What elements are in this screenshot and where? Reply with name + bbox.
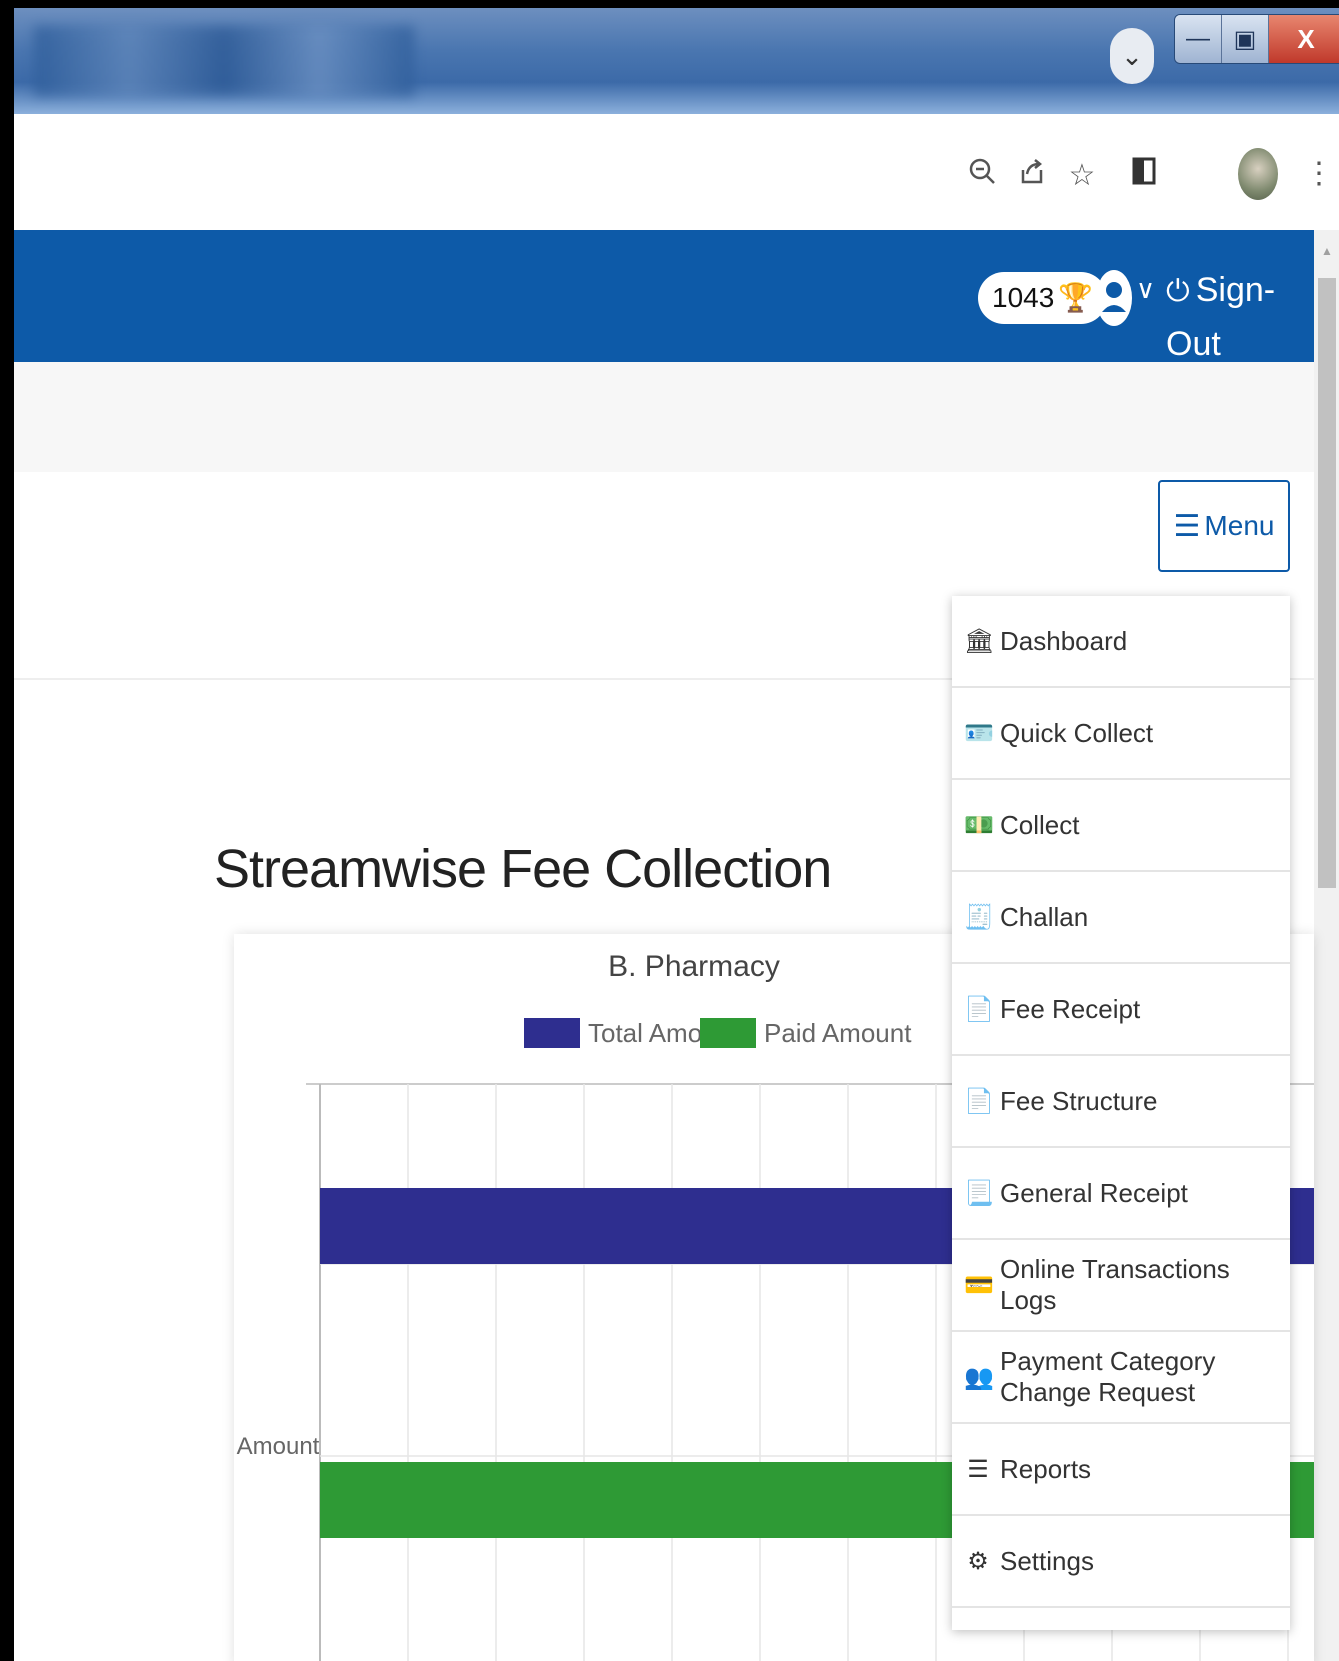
blurred-tabs (34, 26, 414, 96)
menu-item-challan[interactable]: 🧾 Challan (952, 872, 1290, 964)
user-icon[interactable] (1094, 266, 1134, 330)
star-icon[interactable]: ☆ (1062, 156, 1102, 196)
restore-button[interactable]: ▣ (1222, 15, 1269, 63)
menu-item-label: Fee Receipt (1000, 993, 1141, 1024)
menu-button[interactable]: ☰ Menu (1158, 480, 1290, 572)
profile-avatar[interactable] (1238, 148, 1278, 200)
signout-button[interactable]: ⏻ Sign-Out (1166, 264, 1314, 370)
menu-item-label: Quick Collect (1000, 717, 1154, 748)
users-icon: 👥 (964, 1363, 994, 1391)
menu-item-quick-collect[interactable]: 🪪 Quick Collect (952, 688, 1290, 780)
power-icon: ⏻ (1166, 275, 1190, 308)
menu-item-fee-receipt[interactable]: 📄 Fee Receipt (952, 964, 1290, 1056)
id-card-icon: 🪪 (964, 719, 994, 747)
menu-item-label: Fee Structure (1000, 1085, 1158, 1116)
legend-swatch-paid (700, 1018, 756, 1048)
menu-item-online-transactions-logs[interactable]: 💳 Online Transactions Logs (952, 1240, 1290, 1332)
menu-item-label: Payment Category Change Request (1000, 1346, 1216, 1407)
minimize-button[interactable]: — (1175, 15, 1222, 63)
file-icon: 📄 (964, 995, 994, 1023)
kebab-menu-icon[interactable]: ⋮ (1304, 154, 1334, 194)
menu-item-collect[interactable]: 💵 Collect (952, 780, 1290, 872)
y-axis-label: Amount (237, 1433, 320, 1460)
zoom-icon[interactable] (962, 156, 1002, 197)
section-title: Streamwise Fee Collection (214, 839, 832, 899)
chevron-down-icon[interactable]: ⌄ (1110, 28, 1154, 84)
menu-item-label: Collect (1000, 809, 1080, 840)
menu-item-label: Challan (1000, 901, 1089, 932)
list-icon: ☰ (967, 1455, 989, 1483)
browser-window: ⌄ — ▣ X ☆ ⋮ 1043 🏆 ∨ ⏻ Sign-Out ▲ ☰ Menu… (14, 8, 1339, 1661)
legend-swatch-total (524, 1018, 580, 1048)
gear-icon: ⚙ (967, 1547, 989, 1575)
menu-item-label: General Receipt (1000, 1177, 1188, 1208)
close-button[interactable]: X (1269, 15, 1339, 63)
trophy-icon: 🏆 (1058, 282, 1094, 313)
points-value: 1043 (992, 282, 1055, 313)
bank-icon: 🏛 (964, 627, 995, 655)
scroll-up-arrow-icon[interactable]: ▲ (1321, 244, 1333, 258)
window-title-bar: ⌄ — ▣ X (14, 8, 1339, 114)
legend-label-paid: Paid Amount (764, 1018, 912, 1048)
chevron-down-icon[interactable]: ∨ (1136, 274, 1155, 305)
money-icon: 💵 (964, 811, 994, 839)
credit-card-icon: 💳 (964, 1271, 994, 1299)
menu-item-dashboard[interactable]: 🏛 Dashboard (952, 596, 1290, 688)
app-header: 1043 🏆 ∨ ⏻ Sign-Out (14, 230, 1314, 363)
menu-item-label: Reports (1000, 1453, 1092, 1484)
document-icon: 📃 (964, 1179, 994, 1207)
scrollbar-thumb[interactable] (1318, 278, 1336, 888)
points-badge: 1043 🏆 (978, 272, 1108, 324)
menu-item-label: Dashboard (1000, 625, 1128, 656)
menu-dropdown: 🏛 Dashboard 🪪 Quick Collect 💵 Collect 🧾 Challan… (952, 596, 1290, 1630)
menu-item-label: Settings (1000, 1545, 1094, 1576)
menu-item-reports[interactable]: ☰ Reports (952, 1424, 1290, 1516)
menu-item-label: Online Transactions Logs (1000, 1254, 1230, 1315)
window-controls: — ▣ X (1174, 14, 1339, 64)
browser-toolbar: ☆ ⋮ (14, 114, 1339, 231)
menu-button-label: Menu (1204, 510, 1275, 541)
subheader-bar (14, 362, 1314, 472)
file-icon: 📄 (964, 1087, 994, 1115)
share-icon[interactable] (1012, 156, 1052, 197)
receipt-icon: 🧾 (964, 903, 994, 931)
chart-title: B. Pharmacy (608, 950, 780, 983)
hamburger-icon: ☰ (1173, 509, 1201, 543)
menu-item-fee-structure[interactable]: 📄 Fee Structure (952, 1056, 1290, 1148)
menu-item-general-receipt[interactable]: 📃 General Receipt (952, 1148, 1290, 1240)
side-panel-icon[interactable] (1124, 156, 1164, 197)
menu-item-settings[interactable]: ⚙ Settings (952, 1516, 1290, 1608)
menu-item-payment-category-change-request[interactable]: 👥 Payment Category Change Request (952, 1332, 1290, 1424)
